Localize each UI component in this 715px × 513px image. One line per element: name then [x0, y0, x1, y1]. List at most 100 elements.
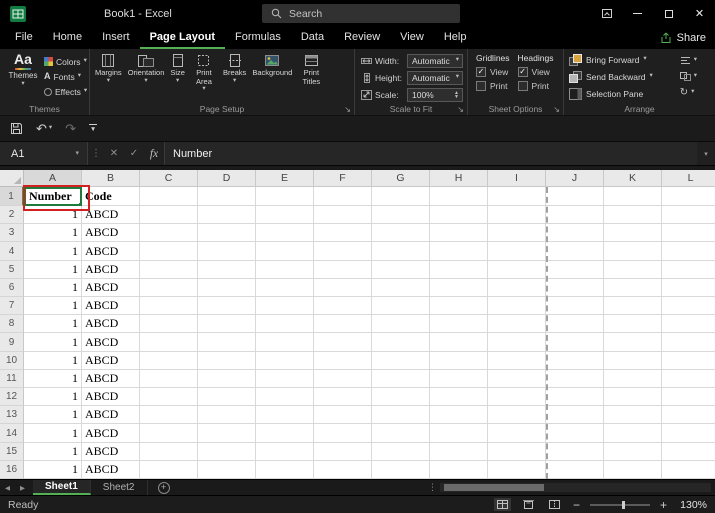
formula-bar-drag-handle[interactable]: ⋮ [88, 148, 104, 159]
column-header-e[interactable]: E [256, 170, 314, 187]
column-header-l[interactable]: L [662, 170, 715, 187]
ribbon-tab-file[interactable]: File [5, 27, 43, 49]
cell-J14[interactable] [546, 424, 604, 443]
cell-H12[interactable] [430, 388, 488, 407]
cell-D10[interactable] [198, 351, 256, 370]
orientation-button[interactable]: Orientation ▾ [125, 51, 168, 102]
cell-B7[interactable]: ABCD [82, 297, 140, 316]
colors-button[interactable]: Colors ▾ [44, 55, 87, 68]
row-header-16[interactable]: 16 [0, 460, 24, 479]
cell-G4[interactable] [372, 242, 430, 261]
cell-F13[interactable] [314, 406, 372, 425]
cell-C7[interactable] [140, 297, 198, 316]
size-button[interactable]: Size ▾ [167, 51, 188, 102]
column-header-b[interactable]: B [82, 170, 140, 187]
cell-L6[interactable] [662, 279, 715, 298]
normal-view-button[interactable] [494, 498, 511, 511]
cell-A7[interactable]: 1 [24, 297, 82, 316]
cell-H8[interactable] [430, 315, 488, 334]
cell-A13[interactable]: 1 [24, 406, 82, 425]
cell-K16[interactable] [604, 460, 662, 479]
cell-F1[interactable] [314, 187, 372, 206]
row-header-4[interactable]: 4 [0, 242, 24, 261]
rotate-button[interactable]: ↻ ▾ [680, 86, 697, 99]
cell-G13[interactable] [372, 406, 430, 425]
cell-B8[interactable]: ABCD [82, 315, 140, 334]
undo-button[interactable]: ↶ ▾ [36, 122, 52, 135]
print-area-button[interactable]: Print Area ▾ [188, 51, 220, 102]
cell-F15[interactable] [314, 442, 372, 461]
cell-L15[interactable] [662, 443, 715, 461]
effects-button[interactable]: Effects ▾ [44, 85, 87, 98]
page-break-preview-button[interactable] [546, 498, 563, 511]
ribbon-tab-home[interactable]: Home [43, 27, 92, 49]
row-header-11[interactable]: 11 [0, 369, 24, 389]
insert-function-button[interactable]: fx [144, 148, 164, 160]
cell-B13[interactable]: ABCD [82, 406, 140, 425]
cell-I10[interactable] [488, 351, 546, 370]
cell-L14[interactable] [662, 424, 715, 443]
cell-E10[interactable] [256, 351, 314, 370]
cell-F16[interactable] [314, 460, 372, 479]
row-header-13[interactable]: 13 [0, 406, 24, 425]
cell-A3[interactable]: 1 [24, 224, 82, 243]
cell-L12[interactable] [662, 388, 715, 407]
column-header-h[interactable]: H [430, 170, 488, 187]
cell-E15[interactable] [256, 442, 314, 461]
cell-L10[interactable] [662, 352, 715, 370]
cell-K13[interactable] [604, 406, 662, 425]
minimize-button[interactable] [622, 0, 653, 27]
cell-I6[interactable] [488, 278, 546, 298]
new-sheet-button[interactable]: + [157, 481, 170, 494]
cell-B14[interactable]: ABCD [82, 424, 140, 443]
cell-H3[interactable] [430, 224, 488, 243]
cell-D16[interactable] [198, 460, 256, 479]
cell-E13[interactable] [256, 406, 314, 425]
cell-C1[interactable] [140, 187, 198, 206]
cell-G11[interactable] [372, 369, 430, 389]
column-header-a[interactable]: A [24, 170, 82, 187]
zoom-slider-thumb[interactable] [622, 500, 625, 509]
cell-E3[interactable] [256, 224, 314, 243]
cell-G14[interactable] [372, 424, 430, 443]
cell-E9[interactable] [256, 333, 314, 352]
maximize-button[interactable] [653, 0, 684, 27]
cell-I12[interactable] [488, 388, 546, 407]
scale-spinner[interactable]: 100% ▲ ▼ [407, 87, 463, 102]
sheet-bar-more-icon[interactable]: ⋮ [428, 482, 437, 493]
cell-E6[interactable] [256, 278, 314, 298]
close-button[interactable]: ✕ [684, 0, 715, 27]
cell-F4[interactable] [314, 242, 372, 261]
row-header-5[interactable]: 5 [0, 260, 24, 279]
row-header-3[interactable]: 3 [0, 224, 24, 243]
column-header-g[interactable]: G [372, 170, 430, 187]
cell-J12[interactable] [546, 388, 604, 407]
background-button[interactable]: Background [249, 51, 295, 102]
cell-G8[interactable] [372, 315, 430, 334]
cell-F14[interactable] [314, 424, 372, 443]
cell-F8[interactable] [314, 315, 372, 334]
save-button[interactable] [10, 122, 23, 135]
cell-E1[interactable] [256, 187, 314, 206]
cell-H14[interactable] [430, 424, 488, 443]
cell-A16[interactable]: 1 [24, 460, 82, 479]
cell-F10[interactable] [314, 351, 372, 370]
cell-C13[interactable] [140, 406, 198, 425]
cell-I9[interactable] [488, 333, 546, 352]
column-header-d[interactable]: D [198, 170, 256, 187]
gridlines-view-checkbox[interactable]: ✓ View [476, 66, 510, 77]
cell-D1[interactable] [198, 187, 256, 206]
formula-bar-expand-icon[interactable]: ▾ [697, 150, 715, 158]
cell-A8[interactable]: 1 [24, 315, 82, 334]
cell-H15[interactable] [430, 442, 488, 461]
cell-E2[interactable] [256, 206, 314, 225]
cell-C11[interactable] [140, 369, 198, 389]
page-setup-dialog-launcher[interactable]: ↘ [344, 106, 351, 114]
cell-G9[interactable] [372, 333, 430, 352]
cell-C6[interactable] [140, 278, 198, 298]
cell-C15[interactable] [140, 442, 198, 461]
cell-J2[interactable] [546, 206, 604, 225]
cell-I11[interactable] [488, 369, 546, 389]
group-objects-button[interactable]: ▾ [679, 70, 697, 83]
cell-B3[interactable]: ABCD [82, 224, 140, 243]
